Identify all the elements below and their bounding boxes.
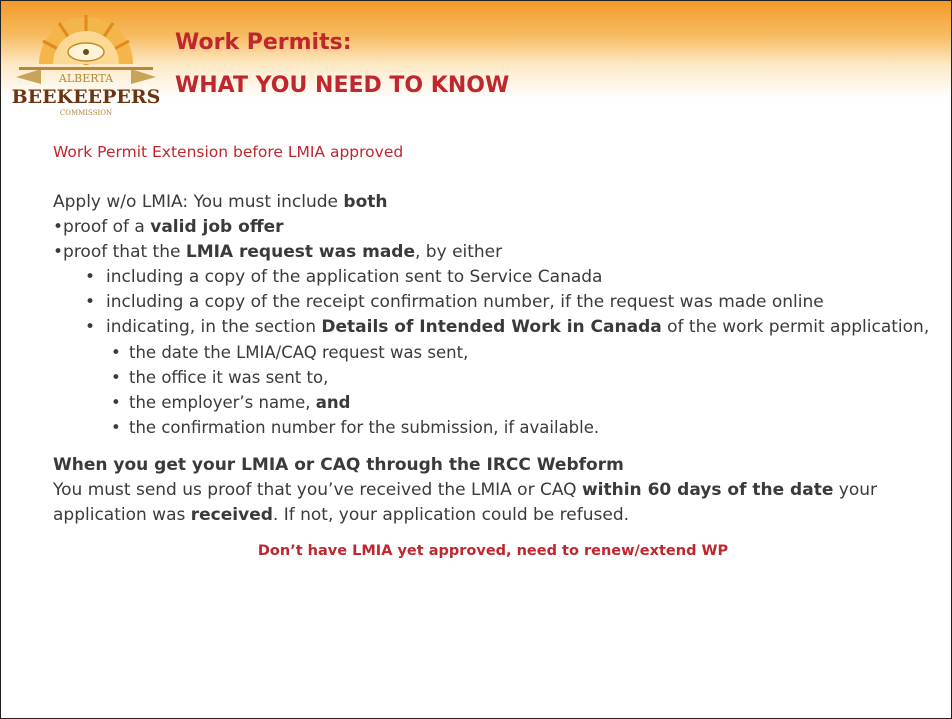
- logo-text-bottom: COMMISSION: [60, 109, 112, 117]
- detail-item: the confirmation number for the submissi…: [107, 415, 933, 440]
- webform-text: You must send us proof that you’ve recei…: [53, 480, 877, 525]
- detail-item: the date the LMIA/CAQ request was sent,: [107, 340, 933, 365]
- footer-note: Don’t have LMIA yet approved, need to re…: [257, 543, 729, 559]
- options-list: including a copy of the application sent…: [53, 265, 933, 340]
- title-line-1: Work Permits:: [175, 30, 352, 55]
- option-item: including a copy of the receipt confirma…: [79, 290, 933, 315]
- slide-subtitle: Work Permit Extension before LMIA approv…: [53, 143, 404, 161]
- option-item: indicating, in the section Details of In…: [79, 315, 933, 340]
- detail-item: the office it was sent to,: [107, 365, 933, 390]
- webform-heading: When you get your LMIA or CAQ through th…: [53, 455, 624, 475]
- option-item: including a copy of the application sent…: [79, 265, 933, 290]
- requirement-job-offer: •proof of a valid job offer: [53, 217, 284, 237]
- title-line-2: WHAT YOU NEED TO KNOW: [175, 73, 510, 98]
- requirement-lmia-request: •proof that the LMIA request was made, b…: [53, 242, 503, 262]
- slide-body: Apply w/o LMIA: You must include both •p…: [53, 190, 933, 564]
- logo-text-main: BEEKEEPERS: [12, 86, 161, 108]
- detail-item: the employer’s name, and: [107, 390, 933, 415]
- details-list: the date the LMIA/CAQ request was sent, …: [53, 340, 933, 440]
- logo-text-top: ALBERTA: [58, 72, 114, 85]
- intro-line: Apply w/o LMIA: You must include both: [53, 192, 388, 212]
- slide: ALBERTA BEEKEEPERS COMMISSION Work Permi…: [0, 0, 952, 719]
- alberta-beekeepers-logo: ALBERTA BEEKEEPERS COMMISSION: [12, 15, 161, 117]
- sunburst-icon: [39, 15, 133, 66]
